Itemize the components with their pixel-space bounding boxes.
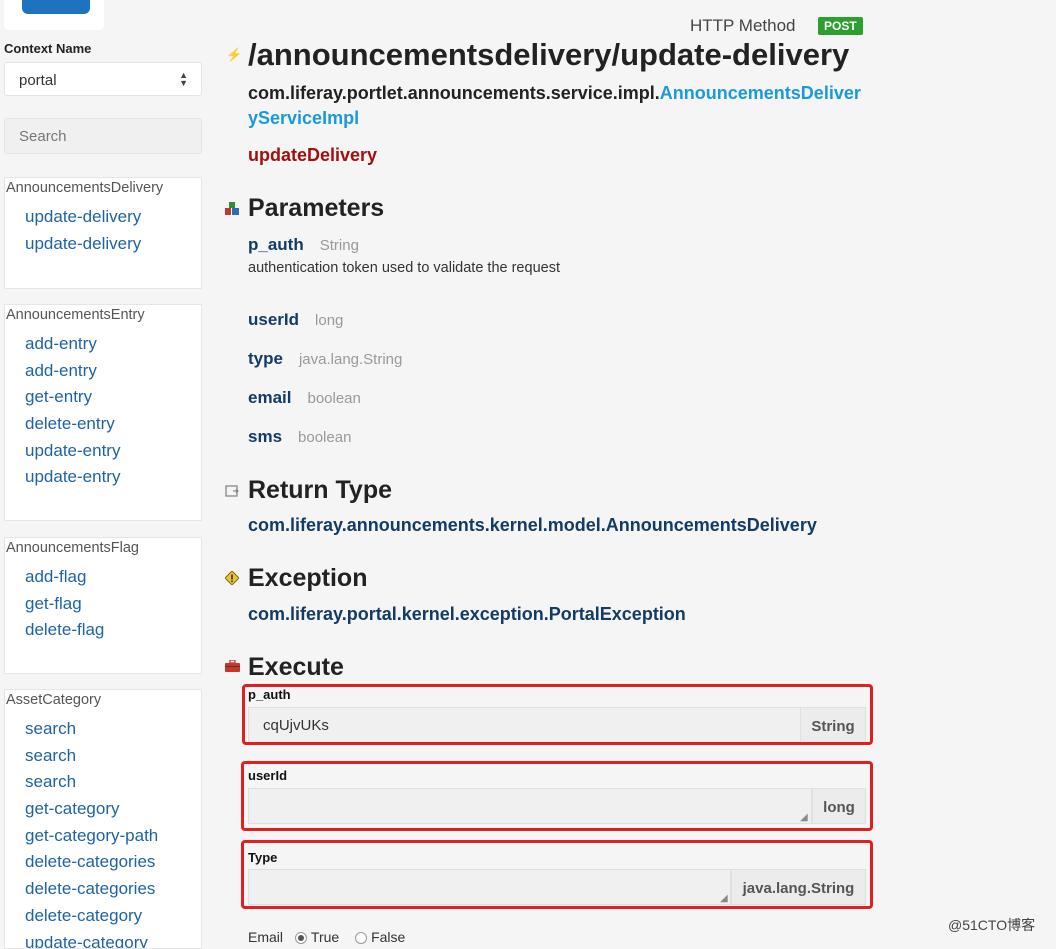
sidebar-link-update-entry[interactable]: update-entry bbox=[25, 464, 201, 491]
parameter-name: userId bbox=[248, 310, 299, 329]
sidebar-link-delete-entry[interactable]: delete-entry bbox=[25, 411, 201, 438]
http-method-label: HTTP Method bbox=[690, 16, 796, 36]
email-radio-group: Email True False bbox=[248, 929, 405, 945]
sidebar-link-update-delivery[interactable]: update-delivery bbox=[25, 204, 201, 231]
warning-icon bbox=[225, 571, 239, 585]
parameter-name: p_auth bbox=[248, 235, 304, 254]
return-type-heading: Return Type bbox=[248, 476, 392, 505]
service-class-name: com.liferay.portlet.announcements.servic… bbox=[248, 81, 868, 131]
parameter-sms: sms boolean bbox=[248, 427, 351, 447]
class-package: com.liferay.portlet.announcements.servic… bbox=[248, 83, 660, 103]
panel-title: AssetCategory bbox=[5, 690, 201, 714]
sidebar-link-get-entry[interactable]: get-entry bbox=[25, 384, 201, 411]
select-arrows-icon: ▲▼ bbox=[179, 71, 188, 87]
parameters-heading: Parameters bbox=[248, 194, 384, 223]
panel-title: AnnouncementsFlag bbox=[5, 538, 201, 562]
logo[interactable] bbox=[4, 0, 104, 30]
email-field-label: Email bbox=[248, 929, 283, 945]
email-true-label[interactable]: True bbox=[311, 929, 339, 945]
sidebar-link-update-category[interactable]: update-category bbox=[25, 930, 201, 949]
service-panel-announcements-entry: AnnouncementsEntry add-entry add-entry g… bbox=[4, 304, 202, 521]
method-name: updateDelivery bbox=[248, 145, 377, 166]
parameter-type: boolean bbox=[307, 390, 360, 407]
logo-mark bbox=[22, 0, 90, 14]
panel-title: AnnouncementsEntry bbox=[5, 305, 201, 329]
email-true-radio[interactable] bbox=[295, 932, 307, 944]
toolbox-icon bbox=[225, 660, 239, 674]
parameter-type: String bbox=[320, 237, 359, 254]
sidebar-link-search[interactable]: search bbox=[25, 769, 201, 796]
exception-value: com.liferay.portal.kernel.exception.Port… bbox=[248, 604, 686, 625]
parameter-name: type bbox=[248, 349, 283, 368]
highlight-box bbox=[242, 684, 873, 745]
context-name-select[interactable]: portal ▲▼ bbox=[4, 62, 202, 96]
search-input[interactable]: Search bbox=[4, 118, 202, 154]
return-type-icon bbox=[225, 484, 239, 498]
exception-heading: Exception bbox=[248, 564, 367, 593]
sidebar-link-delete-flag[interactable]: delete-flag bbox=[25, 617, 201, 644]
sidebar-link-search[interactable]: search bbox=[25, 716, 201, 743]
sidebar-link-update-delivery[interactable]: update-delivery bbox=[25, 231, 201, 258]
highlight-box bbox=[241, 761, 873, 831]
parameter-description: authentication token used to validate th… bbox=[248, 260, 560, 276]
lightning-icon: ⚡ bbox=[226, 48, 240, 62]
sidebar-link-add-entry[interactable]: add-entry bbox=[25, 358, 201, 385]
sidebar-link-delete-categories[interactable]: delete-categories bbox=[25, 849, 201, 876]
parameter-type: type java.lang.String bbox=[248, 349, 402, 369]
sidebar-link-get-category-path[interactable]: get-category-path bbox=[25, 823, 201, 850]
context-name-label: Context Name bbox=[4, 41, 91, 56]
email-false-label[interactable]: False bbox=[371, 929, 405, 945]
parameter-name: sms bbox=[248, 427, 282, 446]
highlight-box bbox=[241, 840, 873, 909]
sidebar-link-get-category[interactable]: get-category bbox=[25, 796, 201, 823]
panel-title: AnnouncementsDelivery bbox=[5, 178, 201, 202]
sidebar-link-update-entry[interactable]: update-entry bbox=[25, 438, 201, 465]
service-panel-asset-category: AssetCategory search search search get-c… bbox=[4, 689, 202, 949]
return-type-value: com.liferay.announcements.kernel.model.A… bbox=[248, 515, 817, 536]
sidebar-link-add-flag[interactable]: add-flag bbox=[25, 564, 201, 591]
parameters-icon bbox=[225, 202, 239, 216]
parameter-type: java.lang.String bbox=[299, 351, 402, 368]
http-method-badge: POST bbox=[818, 17, 863, 35]
service-panel-announcements-flag: AnnouncementsFlag add-flag get-flag dele… bbox=[4, 537, 202, 674]
sidebar-link-delete-category[interactable]: delete-category bbox=[25, 903, 201, 930]
parameter-type: boolean bbox=[298, 429, 351, 446]
sidebar-link-add-entry[interactable]: add-entry bbox=[25, 331, 201, 358]
service-panel-announcements-delivery: AnnouncementsDelivery update-delivery up… bbox=[4, 177, 202, 289]
parameter-p-auth: p_auth String bbox=[248, 235, 359, 255]
execute-heading: Execute bbox=[248, 653, 344, 682]
sidebar-link-delete-categories[interactable]: delete-categories bbox=[25, 876, 201, 903]
parameter-name: email bbox=[248, 388, 291, 407]
parameter-email: email boolean bbox=[248, 388, 361, 408]
sidebar-link-search[interactable]: search bbox=[25, 743, 201, 770]
sidebar-link-get-flag[interactable]: get-flag bbox=[25, 591, 201, 618]
endpoint-path: /announcementsdelivery/update-delivery bbox=[248, 37, 849, 73]
email-false-radio[interactable] bbox=[355, 932, 367, 944]
context-name-value: portal bbox=[19, 72, 57, 89]
watermark: @51CTO博客 bbox=[948, 915, 1035, 935]
parameter-type: long bbox=[315, 312, 343, 329]
parameter-user-id: userId long bbox=[248, 310, 343, 330]
